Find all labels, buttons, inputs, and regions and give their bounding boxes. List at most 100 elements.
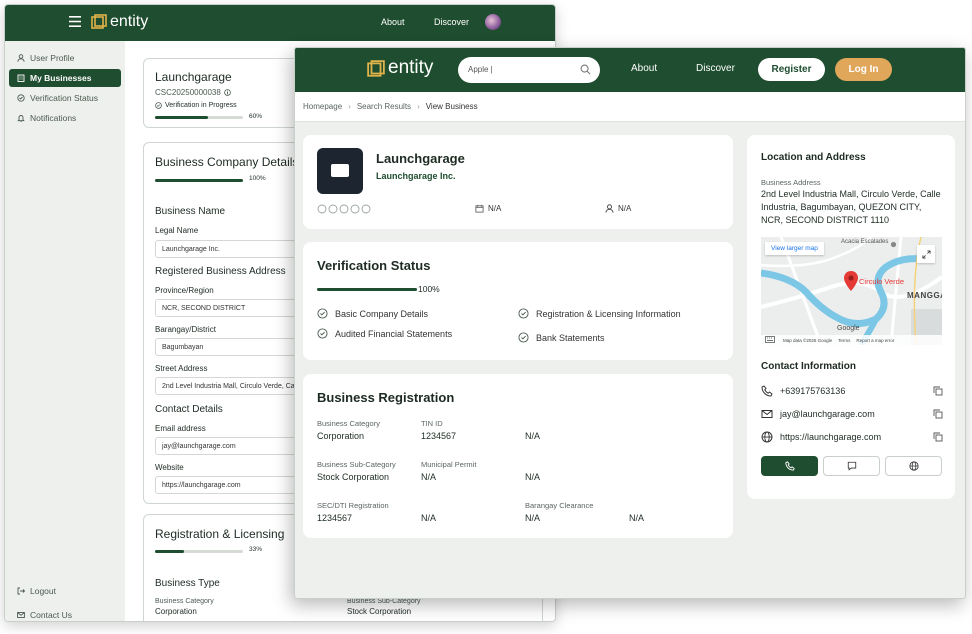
map-place-label: Circulo Verde bbox=[859, 277, 905, 286]
business-header-card: Launchgarage Launchgarage Inc. N/A N/A bbox=[303, 135, 733, 229]
permit-label: Municipal Permit bbox=[421, 460, 477, 469]
check-circle-icon bbox=[317, 328, 328, 339]
globe-icon bbox=[761, 431, 773, 443]
view-larger-map-link[interactable]: View larger map bbox=[765, 242, 824, 255]
breadcrumb-view-business: View Business bbox=[425, 102, 478, 111]
search-input[interactable]: Apple | bbox=[458, 57, 600, 83]
progress-label: 33% bbox=[249, 546, 263, 553]
business-name: Launchgarage bbox=[155, 70, 232, 84]
contact-phone-row: +639175763136 bbox=[761, 383, 943, 399]
fullscreen-icon[interactable] bbox=[917, 245, 935, 263]
sidebar-item-notifications[interactable]: Notifications bbox=[9, 109, 121, 127]
sidebar-item-my-businesses[interactable]: My Businesses bbox=[9, 69, 121, 87]
contact-email[interactable]: jay@launchgarage.com bbox=[780, 409, 875, 419]
bell-icon bbox=[17, 115, 25, 122]
breadcrumb-search-results[interactable]: Search Results bbox=[357, 102, 411, 111]
section-title: Registration & Licensing bbox=[155, 527, 285, 541]
address-heading: Registered Business Address bbox=[155, 266, 286, 277]
message-button[interactable] bbox=[823, 456, 880, 476]
call-button[interactable] bbox=[761, 456, 818, 476]
sidebar-item-user-profile[interactable]: User Profile bbox=[9, 49, 121, 67]
sec-value: 1234567 bbox=[317, 513, 353, 523]
chevron-right-icon: › bbox=[417, 102, 420, 111]
nav-discover[interactable]: Discover bbox=[434, 17, 469, 27]
progress-label: 100% bbox=[418, 284, 440, 294]
breadcrumb: Homepage › Search Results › View Busines… bbox=[295, 92, 965, 122]
barangay-label: Barangay/District bbox=[155, 325, 216, 334]
brand-name[interactable]: entity bbox=[388, 57, 433, 79]
mail-icon bbox=[17, 612, 25, 618]
category-label: Business Category bbox=[317, 419, 380, 428]
subcategory-value: Stock Corporation bbox=[347, 607, 412, 616]
contact-website-row: https://launchgarage.com bbox=[761, 429, 943, 445]
business-type-heading: Business Type bbox=[155, 578, 220, 589]
clearance-label: Barangay Clearance bbox=[525, 501, 594, 510]
phone-icon bbox=[761, 385, 773, 397]
registration-value: N/A bbox=[525, 431, 541, 441]
verification-card: Verification Status 100% Basic Company D… bbox=[303, 242, 733, 360]
business-name-heading: Business Name bbox=[155, 206, 226, 217]
map-data-label: Map data ©2025 Google bbox=[783, 337, 833, 343]
registration-value: N/A bbox=[629, 513, 645, 523]
legal-name-label: Legal Name bbox=[155, 226, 199, 235]
map-area-label: MANGGAH bbox=[907, 291, 942, 300]
address-value: 2nd Level Industria Mall, Circulo Verde,… bbox=[761, 189, 941, 225]
progress-bar bbox=[317, 288, 417, 291]
map-report-link[interactable]: Report a map error bbox=[856, 338, 894, 343]
section-title: Location and Address bbox=[761, 152, 866, 163]
map-pin-icon[interactable] bbox=[844, 271, 858, 291]
front-window: entity Apple | About Discover Register L… bbox=[294, 47, 966, 599]
logout-button[interactable]: Logout bbox=[9, 582, 121, 600]
building-icon bbox=[17, 74, 25, 82]
nav-discover[interactable]: Discover bbox=[696, 63, 735, 74]
logout-icon bbox=[17, 587, 25, 595]
business-code: CSC20250000038 bbox=[155, 88, 231, 97]
contact-phone[interactable]: +639175763136 bbox=[780, 386, 845, 396]
section-title: Business Company Details bbox=[155, 155, 299, 169]
check-circle-icon bbox=[518, 308, 529, 319]
nav-about[interactable]: About bbox=[381, 17, 405, 27]
verification-item: Bank Statements bbox=[518, 332, 605, 343]
copy-icon[interactable] bbox=[933, 432, 943, 442]
menu-icon[interactable] bbox=[69, 16, 81, 27]
check-circle-icon bbox=[317, 308, 328, 319]
permit-value: N/A bbox=[421, 472, 437, 482]
sidebar-item-verification-status[interactable]: Verification Status bbox=[9, 89, 121, 107]
back-topbar: entity About Discover bbox=[5, 5, 555, 41]
check-circle-icon bbox=[155, 102, 162, 109]
website-button[interactable] bbox=[885, 456, 942, 476]
person-info: N/A bbox=[605, 204, 631, 213]
tin-label: TIN ID bbox=[421, 419, 443, 428]
chevron-right-icon: › bbox=[348, 102, 351, 111]
verification-item: Registration & Licensing Information bbox=[518, 308, 681, 319]
progress-label: 60% bbox=[249, 113, 263, 120]
keyboard-icon[interactable] bbox=[765, 336, 775, 343]
search-icon[interactable] bbox=[580, 64, 591, 75]
progress-bar bbox=[155, 550, 243, 553]
contact-us-button[interactable]: Contact Us bbox=[9, 606, 121, 621]
login-button[interactable]: Log In bbox=[835, 58, 892, 81]
calendar-icon bbox=[475, 204, 484, 213]
category-label: Business Category bbox=[155, 598, 214, 605]
nav-about[interactable]: About bbox=[631, 63, 657, 74]
copy-icon[interactable] bbox=[933, 409, 943, 419]
contact-website[interactable]: https://launchgarage.com bbox=[780, 432, 881, 442]
sidebar-item-label: User Profile bbox=[30, 53, 75, 63]
google-logo: Google bbox=[837, 325, 860, 332]
business-logo bbox=[317, 148, 363, 194]
sidebar-item-label: My Businesses bbox=[30, 73, 92, 83]
breadcrumb-homepage[interactable]: Homepage bbox=[303, 102, 342, 111]
sidebar-item-label: Notifications bbox=[30, 113, 77, 123]
contact-heading: Contact Details bbox=[155, 404, 223, 415]
copy-icon[interactable] bbox=[933, 386, 943, 396]
register-button[interactable]: Register bbox=[758, 58, 825, 81]
contact-email-row: jay@launchgarage.com bbox=[761, 406, 943, 422]
section-title: Business Registration bbox=[317, 390, 455, 405]
check-circle-icon bbox=[518, 332, 529, 343]
map[interactable]: View larger map Acacia Escalades Circulo… bbox=[761, 237, 942, 345]
map-street-label: Acacia Escalades bbox=[841, 239, 889, 245]
rating-stars bbox=[317, 204, 371, 214]
avatar[interactable] bbox=[485, 14, 501, 30]
mail-icon bbox=[761, 410, 773, 418]
map-terms-link[interactable]: Terms bbox=[838, 338, 850, 343]
